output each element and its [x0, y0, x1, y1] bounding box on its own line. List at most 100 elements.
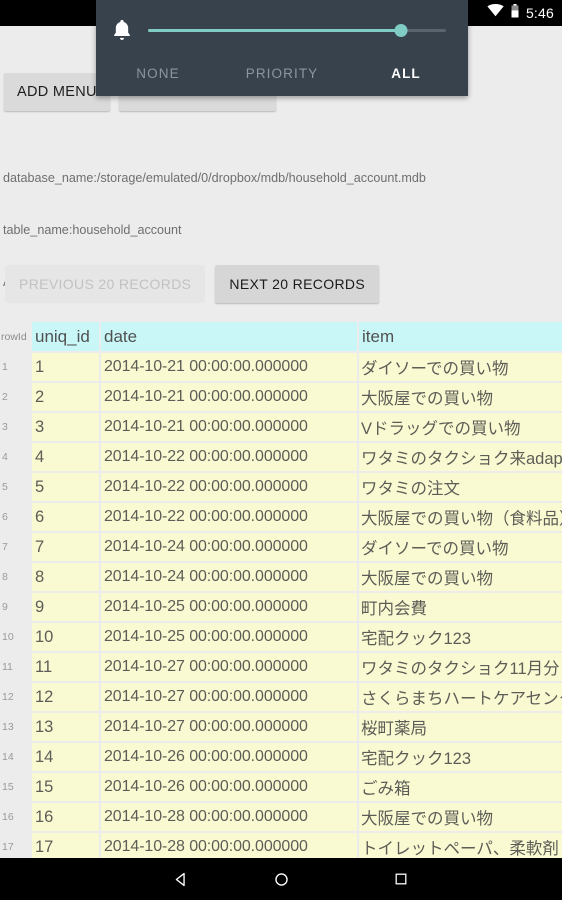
- uniq-id-cell[interactable]: 9: [32, 593, 101, 623]
- date-cell[interactable]: 2014-10-21 00:00:00.000000: [101, 353, 359, 383]
- date-cell[interactable]: 2014-10-27 00:00:00.000000: [101, 713, 359, 743]
- info-line-table-name: table_name:household_account: [3, 222, 553, 239]
- add-menu-button[interactable]: ADD MENU: [4, 73, 110, 111]
- item-cell[interactable]: 大阪屋での買い物: [359, 563, 562, 593]
- item-cell[interactable]: 町内会費: [359, 593, 562, 623]
- volume-slider[interactable]: [148, 18, 446, 42]
- item-cell[interactable]: トイレットペーパ、柔軟剤: [359, 833, 562, 858]
- uniq-id-cell[interactable]: 14: [32, 743, 101, 773]
- volume-slider-row: [96, 8, 468, 52]
- table-row[interactable]: 12122014-10-27 00:00:00.000000さくらまちハートケア…: [0, 683, 562, 713]
- table-row[interactable]: 112014-10-21 00:00:00.000000ダイソーでの買い物: [0, 353, 562, 383]
- item-cell[interactable]: Vドラッグでの買い物: [359, 413, 562, 443]
- row-id-cell: 10: [0, 623, 32, 653]
- date-cell[interactable]: 2014-10-28 00:00:00.000000: [101, 803, 359, 833]
- table-row[interactable]: 16162014-10-28 00:00:00.000000大阪屋での買い物: [0, 803, 562, 833]
- date-cell[interactable]: 2014-10-22 00:00:00.000000: [101, 503, 359, 533]
- table-row[interactable]: 772014-10-24 00:00:00.000000ダイソーでの買い物: [0, 533, 562, 563]
- item-cell[interactable]: ワタミのタクショク来adaptive: [359, 443, 562, 473]
- row-id-cell: 2: [0, 383, 32, 413]
- item-cell[interactable]: ワタミの注文: [359, 473, 562, 503]
- uniq-id-cell[interactable]: 16: [32, 803, 101, 833]
- table-row[interactable]: 222014-10-21 00:00:00.000000大阪屋での買い物: [0, 383, 562, 413]
- date-cell[interactable]: 2014-10-21 00:00:00.000000: [101, 413, 359, 443]
- item-cell[interactable]: 宅配クック123: [359, 623, 562, 653]
- uniq-id-cell[interactable]: 13: [32, 713, 101, 743]
- row-id-cell: 8: [0, 563, 32, 593]
- item-cell[interactable]: 桜町薬局: [359, 713, 562, 743]
- item-cell[interactable]: ワタミのタクショク11月分: [359, 653, 562, 683]
- table-row[interactable]: 882014-10-24 00:00:00.000000大阪屋での買い物: [0, 563, 562, 593]
- column-header-uniq-id[interactable]: uniq_id: [32, 322, 101, 353]
- uniq-id-cell[interactable]: 2: [32, 383, 101, 413]
- uniq-id-cell[interactable]: 5: [32, 473, 101, 503]
- uniq-id-cell[interactable]: 1: [32, 353, 101, 383]
- item-cell[interactable]: ダイソーでの買い物: [359, 353, 562, 383]
- date-cell[interactable]: 2014-10-22 00:00:00.000000: [101, 473, 359, 503]
- date-cell[interactable]: 2014-10-25 00:00:00.000000: [101, 593, 359, 623]
- table-row[interactable]: 552014-10-22 00:00:00.000000ワタミの注文: [0, 473, 562, 503]
- column-header-item[interactable]: item: [359, 322, 562, 353]
- uniq-id-cell[interactable]: 12: [32, 683, 101, 713]
- table-row[interactable]: 10102014-10-25 00:00:00.000000宅配クック123: [0, 623, 562, 653]
- item-cell[interactable]: 大阪屋での買い物: [359, 383, 562, 413]
- records-table: rowId uniq_id date item 112014-10-21 00:…: [0, 322, 562, 858]
- date-cell[interactable]: 2014-10-24 00:00:00.000000: [101, 563, 359, 593]
- item-cell[interactable]: 宅配クック123: [359, 743, 562, 773]
- row-id-cell: 1: [0, 353, 32, 383]
- table-row[interactable]: 14142014-10-26 00:00:00.000000宅配クック123: [0, 743, 562, 773]
- uniq-id-cell[interactable]: 6: [32, 503, 101, 533]
- date-cell[interactable]: 2014-10-22 00:00:00.000000: [101, 443, 359, 473]
- recents-square-icon[interactable]: [366, 858, 436, 900]
- item-cell[interactable]: 大阪屋での買い物（食料品）: [359, 503, 562, 533]
- slider-fill: [148, 29, 401, 32]
- status-bar-icons: 5:46: [487, 0, 554, 26]
- column-header-rowid: rowId: [0, 322, 32, 353]
- uniq-id-cell[interactable]: 11: [32, 653, 101, 683]
- table-row[interactable]: 17172014-10-28 00:00:00.000000トイレットペーパ、柔…: [0, 833, 562, 858]
- notification-volume-panel: NONE PRIORITY ALL: [96, 0, 468, 96]
- table-row[interactable]: 332014-10-21 00:00:00.000000Vドラッグでの買い物: [0, 413, 562, 443]
- mode-all-button[interactable]: ALL: [344, 56, 468, 90]
- date-cell[interactable]: 2014-10-27 00:00:00.000000: [101, 683, 359, 713]
- table-row[interactable]: 15152014-10-26 00:00:00.000000ごみ箱: [0, 773, 562, 803]
- item-cell[interactable]: ごみ箱: [359, 773, 562, 803]
- table-row[interactable]: 11112014-10-27 00:00:00.000000ワタミのタクショク1…: [0, 653, 562, 683]
- date-cell[interactable]: 2014-10-21 00:00:00.000000: [101, 383, 359, 413]
- table-row[interactable]: 442014-10-22 00:00:00.000000ワタミのタクショク来ad…: [0, 443, 562, 473]
- uniq-id-cell[interactable]: 3: [32, 413, 101, 443]
- uniq-id-cell[interactable]: 4: [32, 443, 101, 473]
- date-cell[interactable]: 2014-10-27 00:00:00.000000: [101, 653, 359, 683]
- android-screen: ADD MENU SET INSTRUMENT database_name:/s…: [0, 0, 562, 900]
- table-row[interactable]: 992014-10-25 00:00:00.000000町内会費: [0, 593, 562, 623]
- records-table-scroll[interactable]: rowId uniq_id date item 112014-10-21 00:…: [0, 322, 562, 858]
- mode-none-button[interactable]: NONE: [96, 56, 220, 90]
- home-circle-icon[interactable]: [246, 858, 316, 900]
- row-id-cell: 4: [0, 443, 32, 473]
- previous-records-button[interactable]: PREVIOUS 20 RECORDS: [5, 265, 205, 303]
- date-cell[interactable]: 2014-10-24 00:00:00.000000: [101, 533, 359, 563]
- back-triangle-icon[interactable]: [146, 858, 216, 900]
- item-cell[interactable]: さくらまちハートケアセンター: [359, 683, 562, 713]
- uniq-id-cell[interactable]: 8: [32, 563, 101, 593]
- column-header-date[interactable]: date: [101, 322, 359, 353]
- item-cell[interactable]: 大阪屋での買い物: [359, 803, 562, 833]
- table-row[interactable]: 13132014-10-27 00:00:00.000000桜町薬局: [0, 713, 562, 743]
- row-id-cell: 12: [0, 683, 32, 713]
- uniq-id-cell[interactable]: 7: [32, 533, 101, 563]
- uniq-id-cell[interactable]: 15: [32, 773, 101, 803]
- mode-priority-button[interactable]: PRIORITY: [220, 56, 344, 90]
- table-row[interactable]: 662014-10-22 00:00:00.000000大阪屋での買い物（食料品…: [0, 503, 562, 533]
- pagination-controls: PREVIOUS 20 RECORDS NEXT 20 RECORDS: [5, 265, 379, 303]
- date-cell[interactable]: 2014-10-26 00:00:00.000000: [101, 743, 359, 773]
- item-cell[interactable]: ダイソーでの買い物: [359, 533, 562, 563]
- slider-thumb[interactable]: [395, 24, 408, 37]
- uniq-id-cell[interactable]: 10: [32, 623, 101, 653]
- date-cell[interactable]: 2014-10-25 00:00:00.000000: [101, 623, 359, 653]
- next-records-button[interactable]: NEXT 20 RECORDS: [215, 265, 379, 303]
- date-cell[interactable]: 2014-10-28 00:00:00.000000: [101, 833, 359, 858]
- uniq-id-cell[interactable]: 17: [32, 833, 101, 858]
- date-cell[interactable]: 2014-10-26 00:00:00.000000: [101, 773, 359, 803]
- bell-icon[interactable]: [96, 16, 148, 44]
- row-id-cell: 7: [0, 533, 32, 563]
